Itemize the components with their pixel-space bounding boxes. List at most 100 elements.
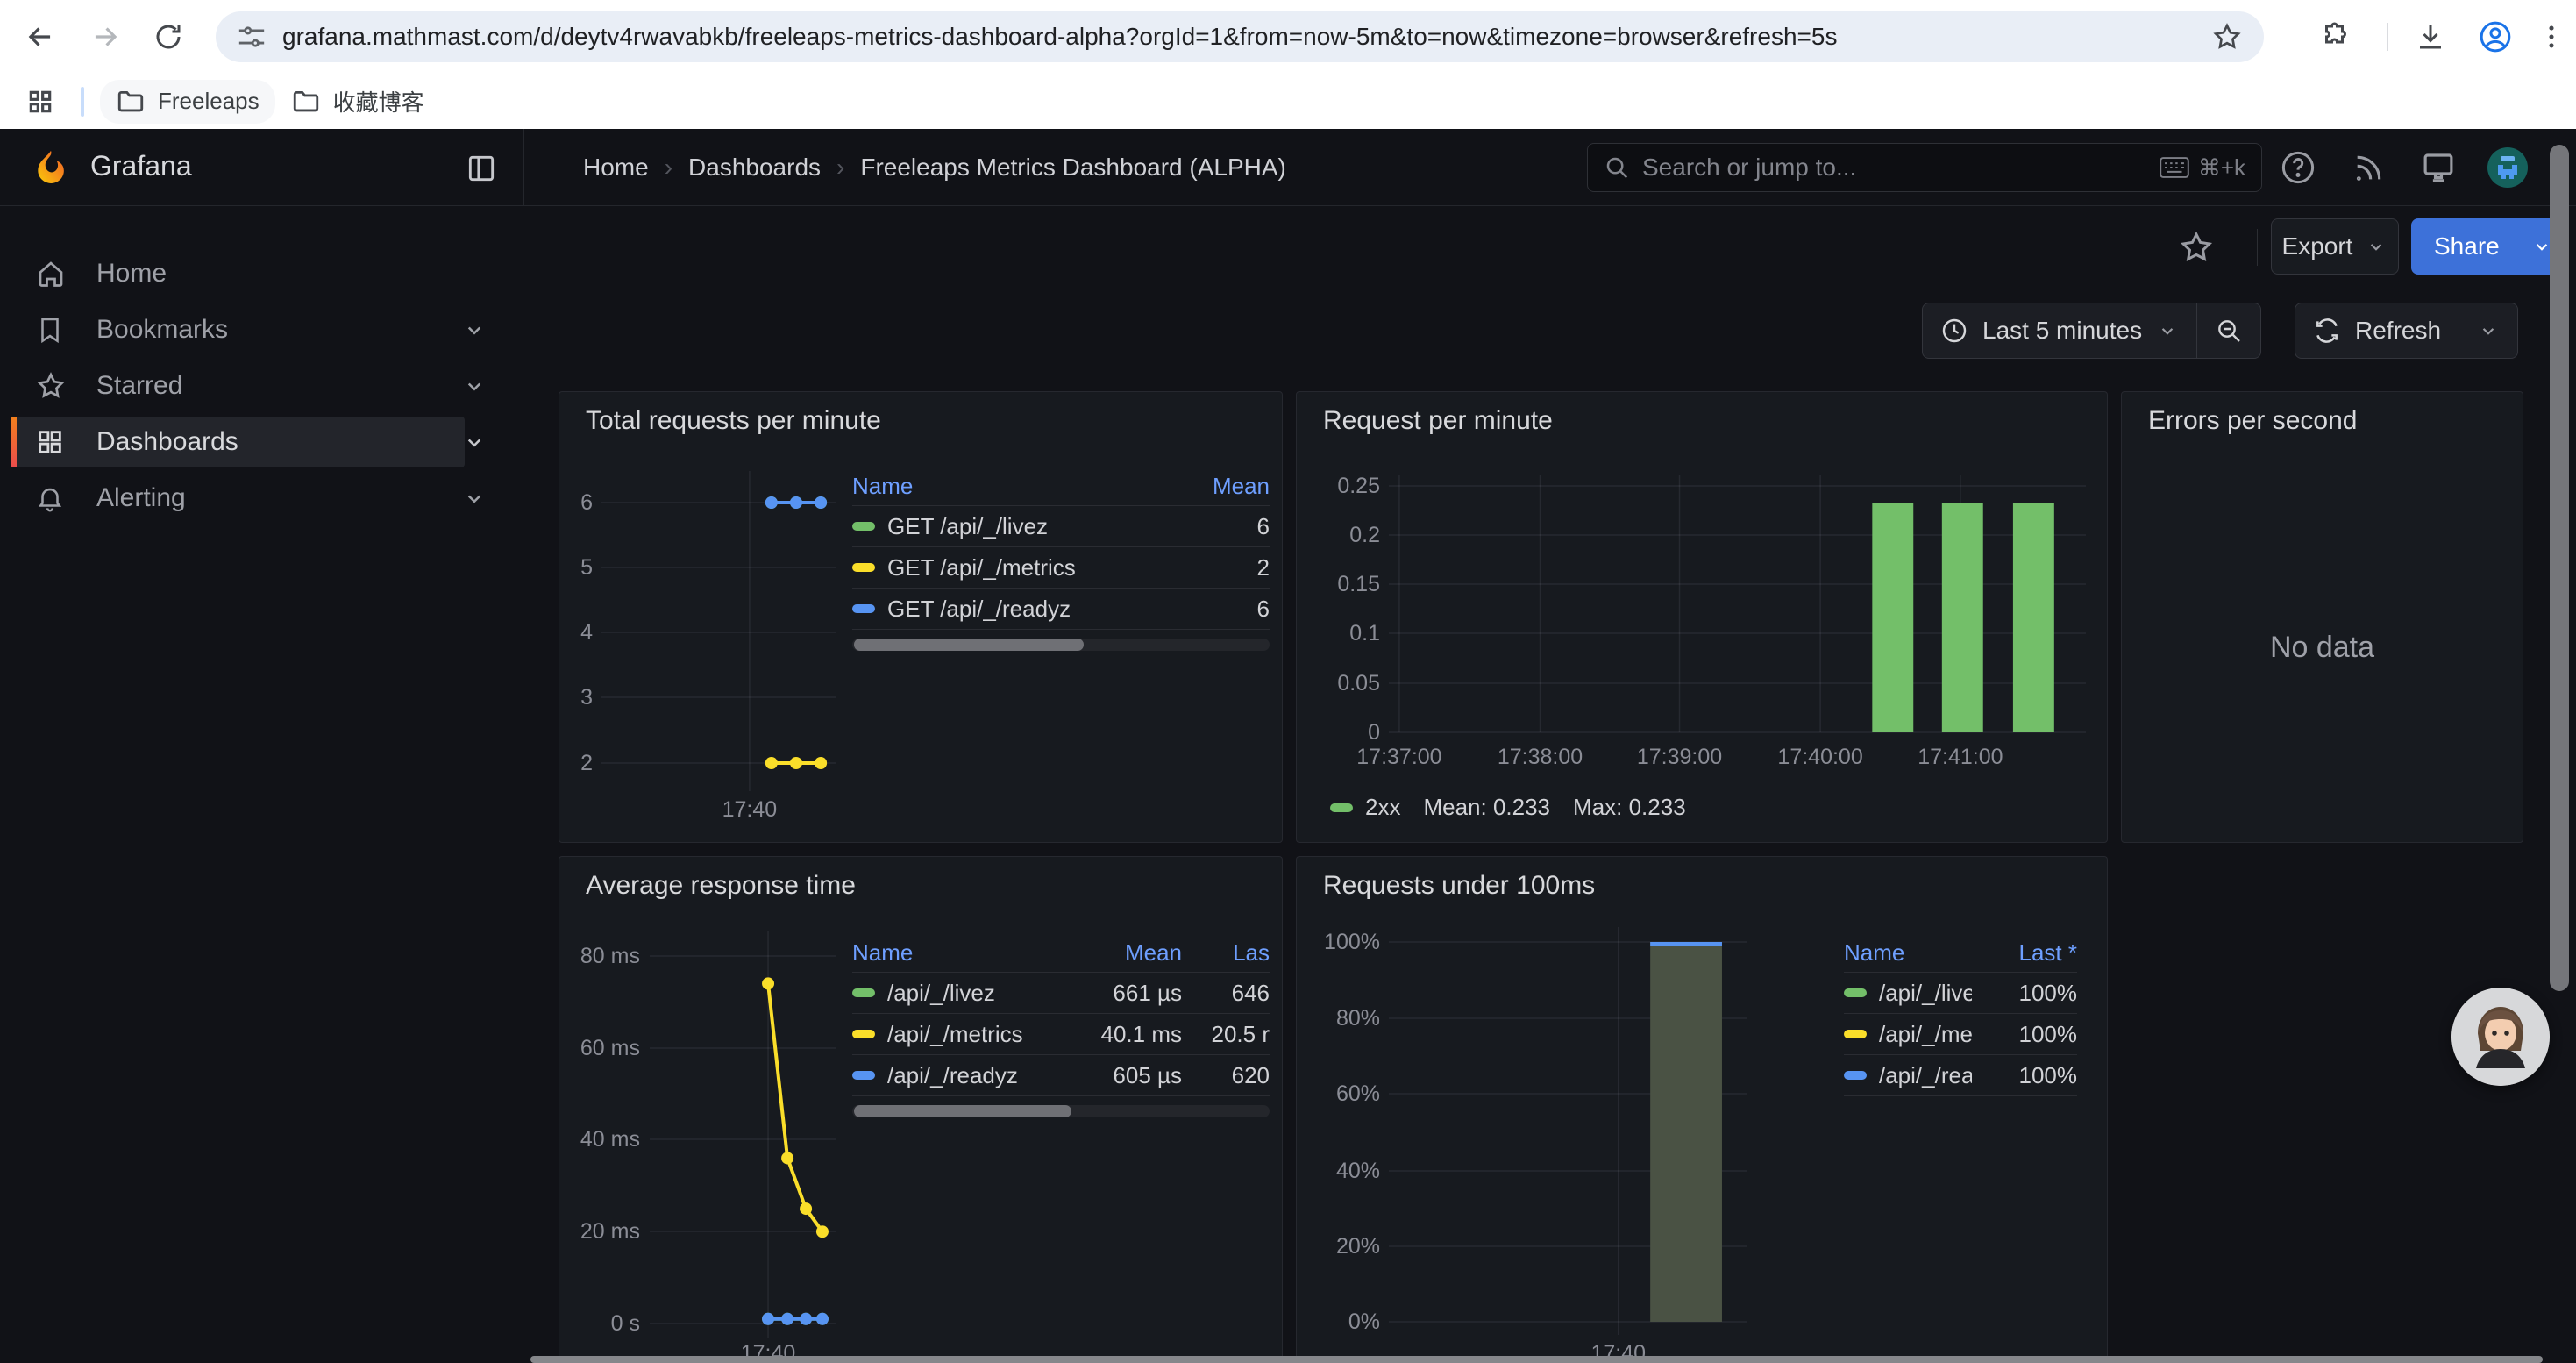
data-point[interactable] [765,757,778,769]
bar[interactable] [1942,503,1983,732]
export-button[interactable]: Export [2271,218,2399,275]
data-point[interactable] [781,1313,793,1325]
browser-menu-icon[interactable] [2527,12,2576,61]
data-point[interactable] [765,496,778,509]
y-axis-label: 0.05 [1297,671,1380,696]
legend-series-name[interactable]: /api/_/livez [1879,980,1972,1007]
zoom-out-button[interactable] [2197,303,2260,358]
legend-row[interactable]: GET /api/_/metrics2 [852,547,1270,589]
legend-column-header[interactable]: Mean [1059,939,1182,967]
legend-column-header[interactable]: Name [852,939,1059,967]
clock-icon [1940,317,1968,345]
breadcrumb-home[interactable]: Home [583,153,649,182]
legend-series-name[interactable]: /api/_/metrics [1879,1021,1972,1048]
legend-series-name[interactable]: /api/_/readyz [1879,1062,1972,1089]
chevron-down-icon[interactable] [461,485,487,511]
breadcrumb-dashboards[interactable]: Dashboards [688,153,821,182]
legend-scrollbar[interactable] [852,639,1270,651]
back-icon[interactable] [16,12,65,61]
data-point[interactable] [816,1313,829,1325]
chevron-down-icon[interactable] [461,429,487,455]
sidebar-item-dashboards[interactable]: Dashboards [11,417,465,467]
assistant-avatar[interactable] [2451,988,2550,1086]
legend-series-name[interactable]: /api/_/metrics [887,1021,1023,1048]
panel-title[interactable]: Request per minute [1323,406,1553,436]
legend-series-name[interactable]: /api/_/livez [887,980,995,1007]
legend-series-name[interactable]: GET /api/_/metrics [887,554,1076,582]
legend-series-name[interactable]: GET /api/_/livez [887,513,1048,540]
legend-inline[interactable]: 2xx Mean: 0.233 Max: 0.233 [1330,794,1686,821]
legend-row[interactable]: /api/_/readyz605 µs620 [852,1055,1270,1096]
data-point[interactable] [815,757,827,769]
bookmark-star-icon[interactable] [2211,21,2243,53]
legend-column-header[interactable]: Las [1182,939,1270,967]
chevron-down-icon[interactable] [461,317,487,343]
panel-title[interactable]: Average response time [586,871,856,901]
chevron-down-icon[interactable] [461,373,487,399]
bookmark-folder-blogs[interactable]: 收藏博客 [275,78,440,125]
bar[interactable] [2013,503,2054,732]
panel-title[interactable]: Total requests per minute [586,406,881,436]
page-scrollbar[interactable] [2550,145,2569,991]
sidebar-toggle-icon[interactable] [465,152,498,185]
site-settings-icon[interactable] [237,22,267,52]
data-point[interactable] [816,1225,829,1238]
legend-row[interactable]: /api/_/metrics40.1 ms20.5 r [852,1014,1270,1055]
monitor-icon[interactable] [2417,146,2459,189]
legend-series-name[interactable]: /api/_/readyz [887,1062,1018,1089]
downloads-icon[interactable] [2406,12,2455,61]
legend-scrollbar[interactable] [852,1105,1270,1117]
data-point[interactable] [815,496,827,509]
legend-column-header[interactable]: Name [1844,939,1972,967]
legend-series-name[interactable]: GET /api/_/readyz [887,596,1071,623]
extensions-icon[interactable] [2311,12,2360,61]
legend-row[interactable]: /api/_/livez100% [1844,973,2077,1014]
bookmark-folder-freeleaps[interactable]: Freeleaps [100,80,275,124]
refresh-button[interactable]: Refresh [2295,303,2459,358]
data-point[interactable] [781,1152,793,1164]
bar[interactable] [1872,503,1913,732]
search-input[interactable] [1642,153,2147,182]
data-point[interactable] [762,1313,774,1325]
legend-row[interactable]: /api/_/metrics100% [1844,1014,2077,1055]
apps-grid-icon[interactable] [16,77,65,126]
horizontal-scrollbar[interactable] [530,1356,2543,1363]
favorite-star-icon[interactable] [2178,229,2215,266]
user-avatar[interactable] [2487,146,2529,189]
news-rss-icon[interactable] [2348,146,2390,189]
profile-icon[interactable] [2471,12,2520,61]
grafana-logo-icon[interactable] [32,148,70,187]
legend-row[interactable]: GET /api/_/livez6 [852,506,1270,547]
legend-scrollbar-thumb[interactable] [854,639,1084,651]
panel-title[interactable]: Errors per second [2148,406,2357,436]
bar[interactable] [1650,942,1722,1322]
data-point[interactable] [790,757,802,769]
y-axis-label: 4 [559,620,593,646]
time-range-picker[interactable]: Last 5 minutes [1923,303,2196,358]
sidebar-item-starred[interactable]: Starred [11,360,465,411]
help-icon[interactable] [2277,146,2319,189]
data-point[interactable] [762,977,774,989]
data-point[interactable] [800,1313,812,1325]
search-box[interactable]: ⌘+k [1587,143,2262,192]
url-input[interactable] [282,23,2211,51]
reload-icon[interactable] [144,12,193,61]
data-point[interactable] [790,496,802,509]
data-point[interactable] [800,1202,812,1215]
legend-column-header[interactable]: Last * [1972,939,2077,967]
panel-title[interactable]: Requests under 100ms [1323,871,1595,901]
legend-scrollbar-thumb[interactable] [854,1105,1071,1117]
sidebar-item-home[interactable]: Home [11,248,465,299]
refresh-interval-button[interactable] [2459,303,2517,358]
forward-icon[interactable] [81,12,130,61]
sidebar-item-alerting[interactable]: Alerting [11,473,465,524]
legend-column-header[interactable]: Name [852,473,1173,500]
legend-row[interactable]: /api/_/readyz100% [1844,1055,2077,1096]
brand-label[interactable]: Grafana [90,150,192,182]
address-bar[interactable] [216,11,2264,62]
legend-row[interactable]: /api/_/livez661 µs646 [852,973,1270,1014]
legend-column-header[interactable]: Mean [1173,473,1270,500]
legend-row[interactable]: GET /api/_/readyz6 [852,589,1270,630]
share-button[interactable]: Share [2411,218,2523,275]
sidebar-item-bookmarks[interactable]: Bookmarks [11,304,465,355]
